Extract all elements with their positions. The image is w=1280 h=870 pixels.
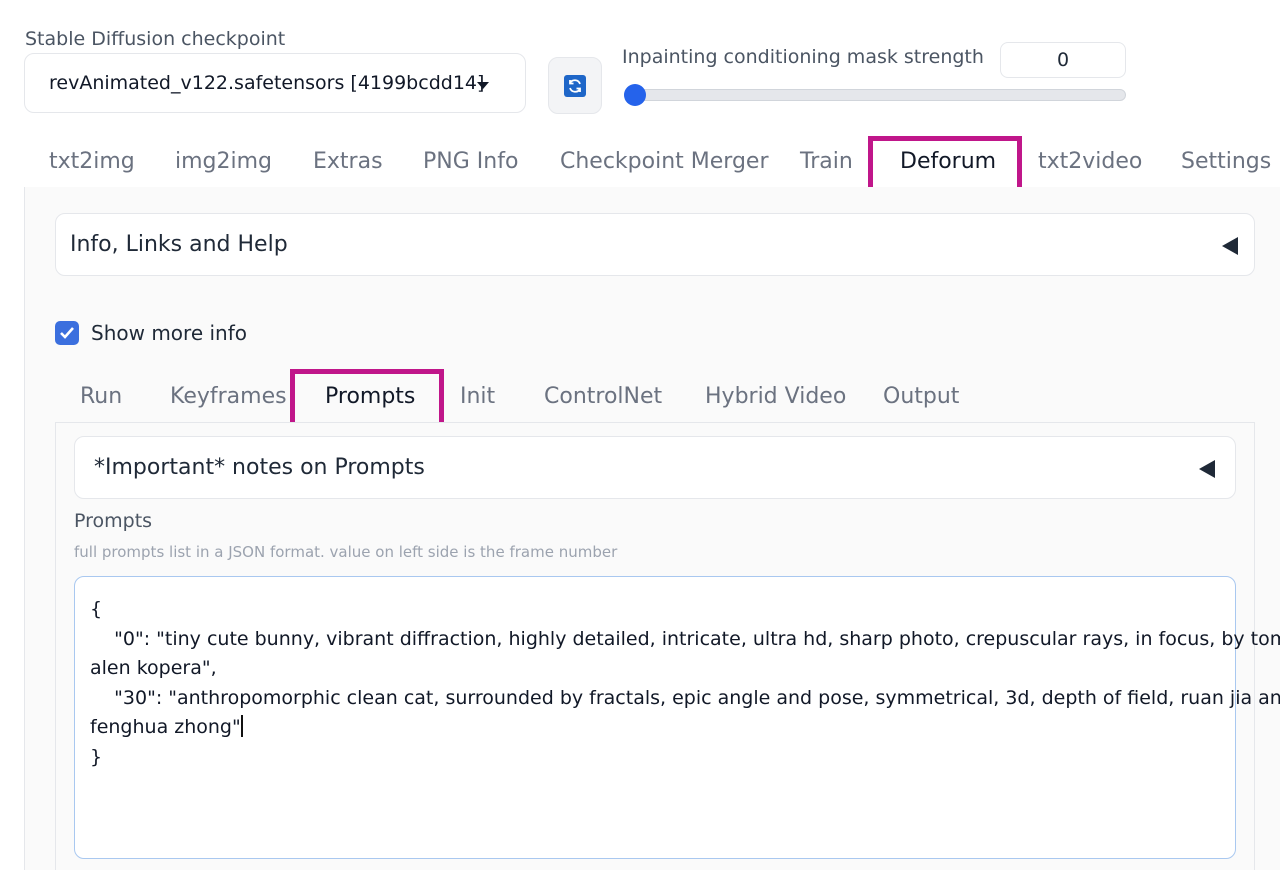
refresh-icon	[564, 75, 586, 97]
mask-strength-slider-track[interactable]	[624, 89, 1126, 101]
prompt-line: "0": "tiny cute bunny, vibrant diffracti…	[90, 627, 1280, 650]
tab-train[interactable]: Train	[800, 149, 853, 174]
checkpoint-dropdown[interactable]: revAnimated_v122.safetensors [4199bcdd14…	[24, 53, 526, 113]
tab-settings[interactable]: Settings	[1181, 149, 1271, 174]
mask-strength-label: Inpainting conditioning mask strength	[622, 46, 984, 68]
tab-output[interactable]: Output	[883, 384, 959, 409]
accordion-title: Info, Links and Help	[70, 232, 288, 257]
checkpoint-value: revAnimated_v122.safetensors [4199bcdd14…	[49, 72, 485, 94]
prompt-line: {	[90, 598, 103, 620]
prompt-line: fenghua zhong"	[90, 713, 1221, 743]
prompt-line: alen kopera",	[90, 657, 217, 679]
prompt-notes-accordion[interactable]: *Important* notes on Prompts	[74, 436, 1236, 499]
tab-keyframes[interactable]: Keyframes	[170, 384, 287, 409]
text-cursor	[240, 715, 243, 737]
prompts-field-label: Prompts	[74, 510, 153, 532]
triangle-left-icon	[1222, 237, 1238, 255]
tab-extras[interactable]: Extras	[313, 149, 383, 174]
deforum-tab-bar: Run Keyframes Prompts Init ControlNet Hy…	[55, 372, 1255, 422]
mask-strength-slider-thumb[interactable]	[624, 84, 646, 106]
main-tab-bar: txt2img img2img Extras PNG Info Checkpoi…	[24, 135, 1280, 188]
show-more-info-checkbox[interactable]	[55, 321, 79, 345]
prompts-field-info: full prompts list in a JSON format. valu…	[74, 543, 618, 561]
prompt-line: "30": "anthropomorphic clean cat, surrou…	[90, 686, 1280, 709]
accordion-title: *Important* notes on Prompts	[94, 455, 425, 480]
chevron-down-icon	[477, 82, 489, 89]
tab-png-info[interactable]: PNG Info	[423, 149, 518, 174]
prompt-line: }	[90, 745, 103, 768]
tab-init[interactable]: Init	[460, 384, 495, 409]
mask-strength-number-input[interactable]: 0	[1000, 42, 1126, 78]
tab-img2img[interactable]: img2img	[175, 149, 272, 174]
prompts-textarea[interactable]: { "0": "tiny cute bunny, vibrant diffrac…	[74, 576, 1280, 859]
tab-hybrid-video[interactable]: Hybrid Video	[705, 384, 846, 409]
checkpoint-label: Stable Diffusion checkpoint	[25, 28, 286, 50]
prompts-tab-highlight	[290, 369, 444, 429]
show-more-info-label[interactable]: Show more info	[91, 321, 247, 345]
prompt-line-text: fenghua zhong"	[90, 716, 241, 738]
tab-checkpoint-merger[interactable]: Checkpoint Merger	[560, 149, 769, 174]
checkmark-icon	[60, 327, 74, 339]
tab-controlnet[interactable]: ControlNet	[544, 384, 662, 409]
info-links-accordion[interactable]: Info, Links and Help	[55, 213, 1255, 276]
triangle-left-icon	[1199, 460, 1215, 478]
tab-run[interactable]: Run	[80, 384, 122, 409]
tab-txt2img[interactable]: txt2img	[49, 149, 135, 174]
refresh-checkpoints-button[interactable]	[548, 57, 602, 114]
tab-txt2video[interactable]: txt2video	[1038, 149, 1142, 174]
